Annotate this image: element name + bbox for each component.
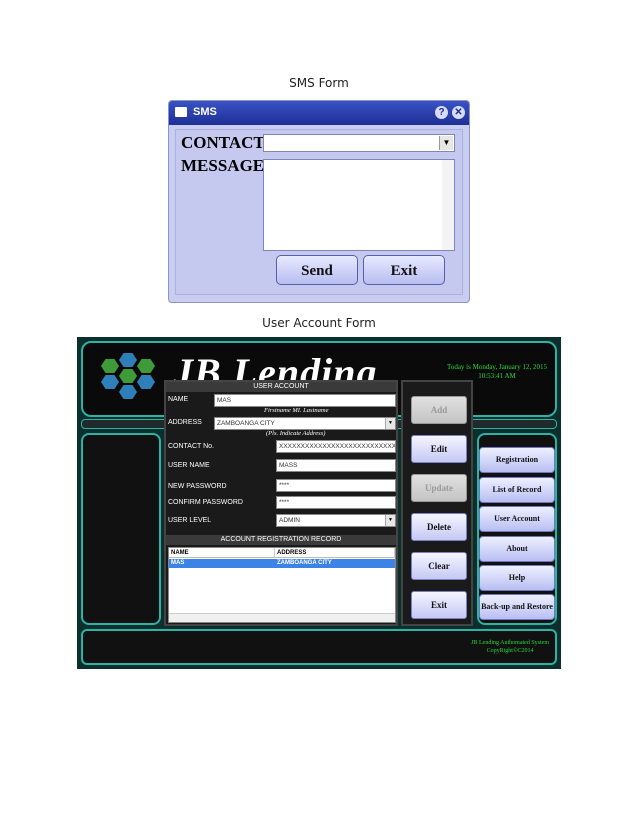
- table-row[interactable]: MAS ZAMBOANGA CITY: [169, 559, 395, 568]
- table-cell-address: ZAMBOANGA CITY: [277, 560, 332, 566]
- today-date: Today is Monday, January 12, 2015: [447, 363, 547, 371]
- logo-hex: [101, 359, 119, 373]
- sms-titlebar[interactable]: SMS ? ✕: [169, 101, 469, 125]
- nav-about-button[interactable]: About: [479, 536, 555, 562]
- new-password-input[interactable]: ****: [276, 479, 396, 492]
- clear-button[interactable]: Clear: [411, 552, 467, 580]
- contact-dropdown[interactable]: ▼: [263, 134, 455, 152]
- footer-copyright: CopyRight©C2014: [486, 648, 534, 654]
- logo-hex: [119, 385, 137, 399]
- table-horizontal-scrollbar[interactable]: [169, 613, 395, 622]
- logo-hex: [101, 375, 119, 389]
- user-account-section-title: USER ACCOUNT: [166, 382, 396, 392]
- column-header-name[interactable]: NAME: [169, 548, 275, 558]
- user-account-caption: User Account Form: [262, 316, 376, 330]
- message-label: MESSAGE: [181, 156, 265, 175]
- edit-button[interactable]: Edit: [411, 435, 467, 463]
- add-button[interactable]: Add: [411, 396, 467, 424]
- column-header-address[interactable]: ADDRESS: [275, 548, 395, 558]
- contact-label: CONTACT: [181, 133, 265, 152]
- chevron-down-icon[interactable]: ▼: [385, 418, 395, 429]
- address-value: ZAMBOANGA CITY: [217, 420, 275, 427]
- chevron-down-icon[interactable]: ▼: [439, 136, 453, 150]
- nav-user-account-button[interactable]: User Account: [479, 506, 555, 532]
- username-label: USER NAME: [168, 462, 210, 469]
- confirm-password-label: CONFIRM PASSWORD: [168, 499, 243, 506]
- address-label: ADDRESS: [168, 419, 202, 426]
- confirm-password-input[interactable]: ****: [276, 496, 396, 509]
- close-icon[interactable]: ✕: [452, 106, 465, 119]
- help-icon[interactable]: ?: [435, 106, 448, 119]
- chevron-down-icon[interactable]: ▼: [385, 515, 395, 526]
- update-button[interactable]: Update: [411, 474, 467, 502]
- user-level-dropdown[interactable]: ADMIN ▼: [276, 514, 396, 527]
- footer-info: JB Lending Authomated System CopyRight©C…: [471, 639, 549, 655]
- table-cell-name: MAS: [171, 560, 185, 566]
- logo-hex: [137, 359, 155, 373]
- sms-form-caption: SMS Form: [289, 76, 349, 90]
- record-table[interactable]: NAME ADDRESS MAS ZAMBOANGA CITY: [168, 547, 396, 623]
- logo-hex: [119, 369, 137, 383]
- send-button[interactable]: Send: [276, 255, 358, 285]
- nav-list-of-record-button[interactable]: List of Record: [479, 477, 555, 503]
- address-dropdown[interactable]: ZAMBOANGA CITY ▼: [214, 417, 396, 430]
- name-hint: Firstname MI. Lastname: [264, 407, 329, 414]
- contact-no-label: CONTACT No.: [168, 443, 215, 450]
- new-password-label: NEW PASSWORD: [168, 483, 227, 490]
- name-label: NAME: [168, 396, 189, 403]
- user-account-form-panel: USER ACCOUNT NAME MAS Firstname MI. Last…: [164, 380, 398, 626]
- footer-system-name: JB Lending Authomated System: [471, 640, 549, 646]
- exit-form-button[interactable]: Exit: [411, 591, 467, 619]
- username-input[interactable]: MASS: [276, 459, 396, 472]
- sms-window: SMS ? ✕ CONTACT ▼ MESSAGE Send Exit: [168, 100, 470, 303]
- contact-no-input[interactable]: XXXXXXXXXXXXXXXXXXXXXXXXXXXXX: [276, 440, 396, 453]
- nav-help-button[interactable]: Help: [479, 565, 555, 591]
- message-textarea[interactable]: [263, 159, 455, 251]
- logo-hex: [119, 353, 137, 367]
- address-hint: (Pls. Indicate Address): [266, 430, 326, 437]
- message-scrollbar[interactable]: [442, 160, 454, 250]
- name-input[interactable]: MAS: [214, 394, 396, 407]
- user-account-window: JB Lending Today is Monday, January 12, …: [77, 337, 561, 669]
- date-time-display: Today is Monday, January 12, 2015 10:53:…: [447, 363, 547, 381]
- app-footer: JB Lending Authomated System CopyRight©C…: [81, 629, 557, 665]
- nav-backup-restore-button[interactable]: Back-up and Restore: [479, 594, 555, 620]
- window-icon: [175, 107, 187, 117]
- left-decor-panel: [81, 433, 161, 625]
- record-section-title: ACCOUNT REGISTRATION RECORD: [166, 535, 396, 545]
- nav-registration-button[interactable]: Registration: [479, 447, 555, 473]
- user-level-value: ADMIN: [279, 517, 300, 524]
- sms-window-title: SMS: [193, 106, 217, 118]
- user-level-label: USER LEVEL: [168, 517, 212, 524]
- delete-button[interactable]: Delete: [411, 513, 467, 541]
- logo-hex: [137, 375, 155, 389]
- exit-button[interactable]: Exit: [363, 255, 445, 285]
- action-button-panel: Add Edit Update Delete Clear Exit: [401, 380, 473, 626]
